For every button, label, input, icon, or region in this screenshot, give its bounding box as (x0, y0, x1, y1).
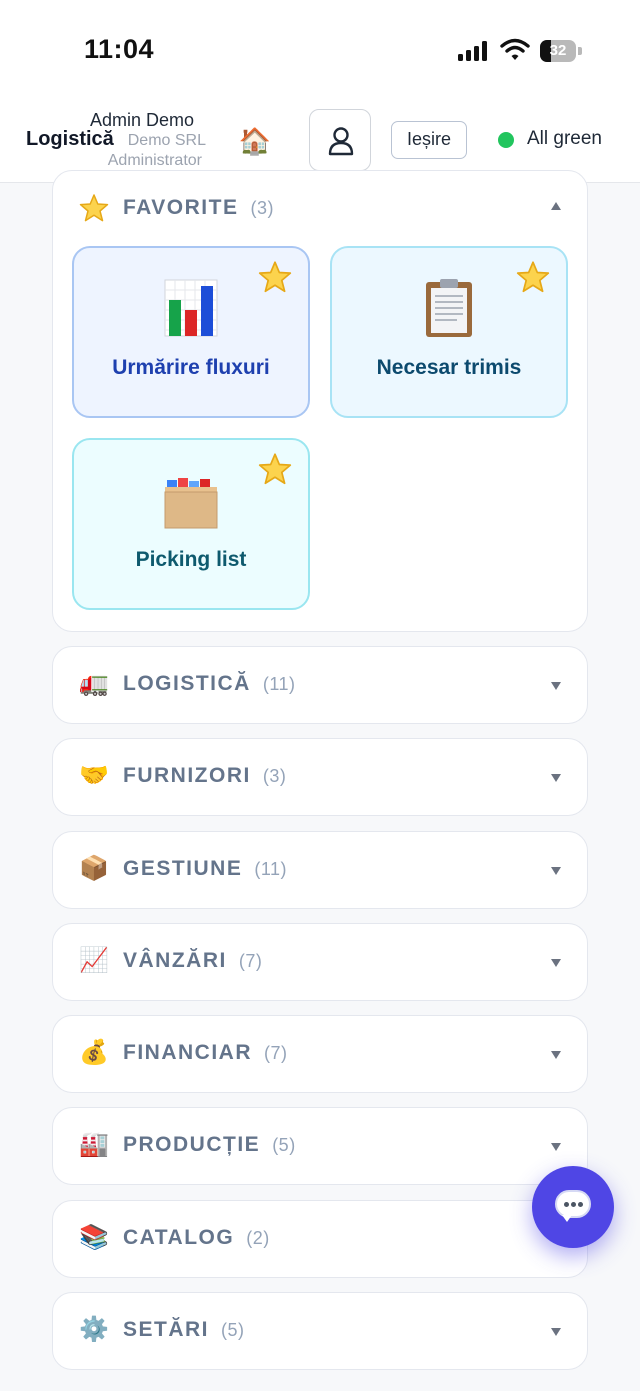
chevron-down-icon (551, 1143, 561, 1151)
user-icon (328, 127, 354, 156)
chat-bubble-icon (555, 1190, 591, 1218)
section-productie[interactable]: 🏭 PRODUCȚIE (5) (52, 1107, 588, 1185)
factory-icon: 🏭 (79, 1131, 109, 1158)
section-count: (11) (254, 859, 288, 879)
truck-icon: 🚛 (79, 670, 109, 697)
chevron-down-icon (551, 1328, 561, 1336)
section-catalog[interactable]: 📚 CATALOG (2) (52, 1200, 588, 1278)
favorite-label: Urmărire fluxuri (112, 356, 270, 379)
section-label: SETĂRI (5) (123, 1318, 245, 1341)
section-label: FURNIZORI (3) (123, 764, 287, 787)
package-icon: 📦 (79, 855, 109, 882)
section-label: CATALOG (2) (123, 1226, 270, 1249)
star-icon[interactable] (516, 260, 550, 294)
battery-icon: 32 (540, 40, 576, 62)
section-count: (3) (250, 198, 274, 218)
section-favorite-header[interactable]: FAVORITE (3) (53, 171, 587, 243)
wifi-icon (500, 38, 530, 62)
money-bag-icon: 💰 (79, 1039, 109, 1066)
star-icon[interactable] (258, 452, 292, 486)
gear-icon: ⚙️ (79, 1316, 109, 1343)
section-label: GESTIUNE (11) (123, 857, 288, 880)
profile-button[interactable] (309, 109, 371, 171)
page-title: Logistică (26, 128, 114, 150)
favorite-label: Picking list (135, 548, 247, 571)
star-icon[interactable] (258, 260, 292, 294)
section-label: FINANCIAR (7) (123, 1041, 288, 1064)
section-count: (2) (246, 1228, 270, 1248)
handshake-icon: 🤝 (79, 762, 109, 789)
status-indicator-icon (498, 132, 514, 148)
section-label: VÂNZĂRI (7) (123, 949, 263, 972)
section-gestiune[interactable]: 📦 GESTIUNE (11) (52, 831, 588, 909)
section-count: (5) (272, 1135, 296, 1155)
logout-button[interactable]: Ieșire (391, 121, 467, 159)
chevron-up-icon (551, 202, 561, 210)
chevron-down-icon (551, 774, 561, 782)
section-count: (11) (262, 674, 296, 694)
chevron-down-icon (551, 867, 561, 875)
chevron-down-icon (551, 682, 561, 690)
section-count: (7) (264, 1043, 288, 1063)
chevron-down-icon (551, 1051, 561, 1059)
section-financiar[interactable]: 💰 FINANCIAR (7) (52, 1015, 588, 1093)
section-label: PRODUCȚIE (5) (123, 1133, 296, 1156)
section-setari[interactable]: ⚙️ SETĂRI (5) (52, 1292, 588, 1370)
books-icon: 📚 (79, 1224, 109, 1251)
chart-up-icon: 📈 (79, 947, 109, 974)
section-furnizori[interactable]: 🤝 FURNIZORI (3) (52, 738, 588, 816)
status-time: 11:04 (84, 34, 155, 64)
status-bar: 11:04 32 (0, 0, 640, 100)
favorite-card-necesar-trimis[interactable]: Necesar trimis (330, 246, 568, 418)
battery-level: 32 (549, 42, 567, 59)
section-count: (5) (221, 1320, 245, 1340)
bar-chart-icon (164, 279, 218, 337)
section-count: (3) (262, 766, 287, 786)
card-index-icon (164, 478, 218, 529)
section-logistica[interactable]: 🚛 LOGISTICĂ (11) (52, 646, 588, 724)
user-role: Administrator (107, 152, 202, 169)
favorite-card-picking-list[interactable]: Picking list (72, 438, 310, 610)
favorite-card-urmarire-fluxuri[interactable]: Urmărire fluxuri (72, 246, 310, 418)
home-icon[interactable]: 🏠 (238, 124, 272, 158)
status-text: All green (527, 128, 602, 149)
battery-cap (578, 47, 582, 55)
chat-button[interactable] (532, 1166, 614, 1248)
chat-bubble-tail (562, 1215, 572, 1222)
favorite-label: Necesar trimis (376, 356, 522, 379)
section-count: (7) (238, 951, 263, 971)
star-icon (78, 193, 110, 223)
section-label: FAVORITE (3) (123, 196, 274, 219)
chevron-down-icon (551, 959, 561, 967)
cellular-signal-icon (458, 41, 490, 61)
clipboard-icon (426, 279, 472, 337)
section-favorite: FAVORITE (3) Urmărire fluxuri Necesar tr… (52, 170, 588, 632)
section-label: LOGISTICĂ (11) (123, 672, 296, 695)
section-vanzari[interactable]: 📈 VÂNZĂRI (7) (52, 923, 588, 1001)
